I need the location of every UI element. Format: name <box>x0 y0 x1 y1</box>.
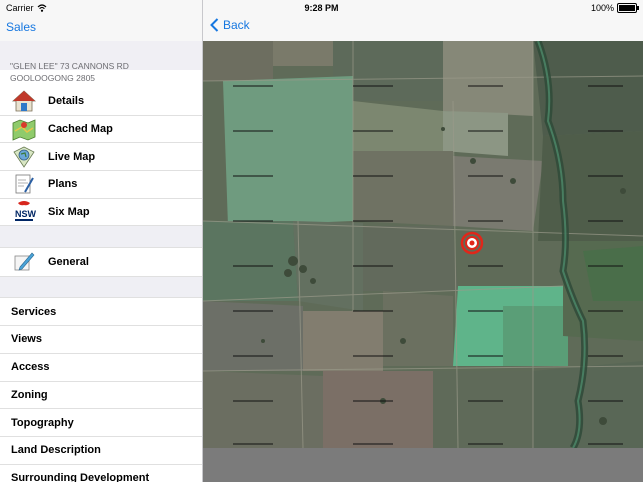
svg-text:NSW: NSW <box>15 209 36 219</box>
back-button[interactable]: Back <box>210 18 250 32</box>
menu-item-label: Surrounding Development <box>11 471 150 482</box>
menu-item-live-map[interactable]: Live Map <box>0 143 202 172</box>
sidebar-menu: Details Cached Map Live Map Plans NSW Si… <box>0 88 202 482</box>
nsw-logo-icon: NSW <box>12 200 36 224</box>
menu-item-label: Live Map <box>48 150 96 163</box>
sales-back-button[interactable]: Sales <box>6 20 36 34</box>
menu-item-surrounding-development[interactable]: Surrounding Development <box>0 465 202 482</box>
map-panel: Back <box>203 0 643 482</box>
map-bottom-bar <box>203 448 643 482</box>
menu-item-label: Cached Map <box>48 123 113 136</box>
menu-item-topography[interactable]: Topography <box>0 409 202 437</box>
menu-item-six-map[interactable]: NSW Six Map <box>0 199 202 227</box>
globe-map-icon <box>12 145 36 169</box>
menu-item-label: Topography <box>11 416 74 429</box>
section-spacer <box>0 277 202 299</box>
clock: 9:28 PM <box>304 3 339 13</box>
property-address: "GLEN LEE" 73 CANNONS RD GOOLOOGONG 2805 <box>0 41 202 83</box>
menu-item-land-description[interactable]: Land Description <box>0 437 202 465</box>
menu-item-label: Details <box>48 95 85 108</box>
section-spacer <box>0 226 202 249</box>
plans-icon <box>12 172 36 196</box>
menu-item-details[interactable]: Details <box>0 88 202 116</box>
back-label: Back <box>223 18 250 32</box>
menu-item-plans[interactable]: Plans <box>0 171 202 199</box>
menu-item-label: Zoning <box>11 388 48 401</box>
satellite-imagery <box>203 41 643 448</box>
chevron-left-icon <box>210 18 219 32</box>
menu-item-label: Six Map <box>48 206 90 219</box>
menu-item-services[interactable]: Services <box>0 298 202 327</box>
menu-item-label: General <box>48 256 89 269</box>
menu-item-cached-map[interactable]: Cached Map <box>0 116 202 144</box>
menu-item-label: Plans <box>48 178 78 191</box>
house-icon <box>12 89 36 113</box>
battery-icon <box>617 3 639 13</box>
target-icon[interactable] <box>460 231 484 255</box>
menu-item-general[interactable]: General <box>0 248 202 278</box>
satellite-map[interactable] <box>203 41 643 448</box>
menu-item-views[interactable]: Views <box>0 326 202 354</box>
menu-item-access[interactable]: Access <box>0 354 202 382</box>
battery-status: 100% <box>590 3 639 13</box>
battery-percent: 100% <box>590 3 614 13</box>
menu-item-label: Access <box>11 361 50 374</box>
menu-item-label: Land Description <box>11 444 101 457</box>
menu-item-zoning[interactable]: Zoning <box>0 382 202 410</box>
status-bar: Carrier 9:28 PM 100% <box>0 0 643 16</box>
menu-item-label: Views <box>11 333 42 346</box>
sidebar: Sales "GLEN LEE" 73 CANNONS RD GOOLOOGON… <box>0 0 203 482</box>
map-icon <box>12 117 36 141</box>
pencil-icon <box>12 250 36 274</box>
menu-item-label: Services <box>11 305 57 318</box>
